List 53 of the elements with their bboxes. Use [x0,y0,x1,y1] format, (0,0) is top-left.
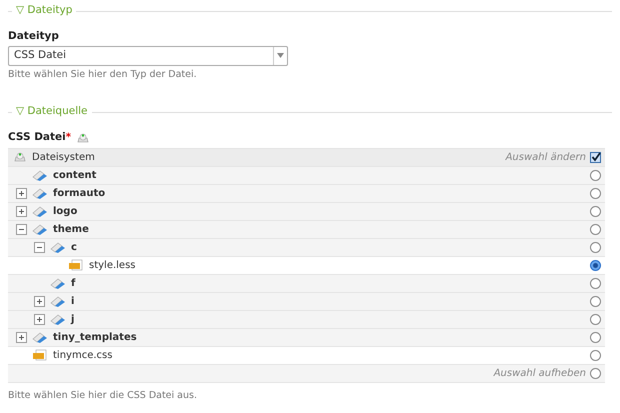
expand-icon[interactable] [34,296,45,307]
radio-button[interactable] [590,278,601,289]
help-text: Bitte wählen Sie hier den Typ der Datei. [8,68,198,82]
folder-icon [50,241,66,254]
expand-icon[interactable] [16,188,27,199]
radio-button[interactable] [590,368,601,379]
folder-icon [32,205,48,218]
radio-button[interactable] [590,170,601,181]
required-mark: * [66,131,71,146]
drive-icon [76,132,89,144]
radio-button[interactable] [590,206,601,217]
css-file-icon [32,349,48,362]
tree-row[interactable]: formauto [8,184,605,203]
radio-button[interactable] [590,296,601,307]
drive-icon [14,151,26,164]
radio-button[interactable] [590,242,601,253]
field-label: CSS Datei [8,130,66,145]
tree-row[interactable]: i [8,292,605,311]
folder-icon [50,295,66,308]
radio-button[interactable] [590,224,601,235]
dropdown-arrow-icon [277,53,284,58]
expand-icon[interactable] [16,332,27,343]
tree-row[interactable]: c [8,238,605,257]
checkmark-icon [590,152,600,162]
collapse-icon[interactable] [34,242,45,253]
folder-icon [32,223,48,236]
expand-icon[interactable] [34,314,45,325]
tree-row[interactable]: content [8,166,605,185]
tree-row[interactable]: j [8,310,605,329]
css-file-icon [68,259,84,272]
checkbox[interactable] [590,152,601,163]
select-field[interactable]: CSS Datei [8,46,288,66]
radio-button[interactable] [590,350,601,361]
folder-icon [50,277,66,290]
radio-button[interactable] [590,260,601,271]
folder-icon [50,313,66,326]
tree-row[interactable]: f [8,274,605,293]
folder-icon [32,331,48,344]
collapse-icon[interactable] [16,224,27,235]
radio-button[interactable] [590,314,601,325]
radio-button[interactable] [590,332,601,343]
field-label: Dateityp [8,29,60,44]
expand-icon[interactable] [16,206,27,217]
folder-icon [32,169,48,182]
tree-row[interactable]: tiny_templates [8,328,605,347]
folder-icon [32,187,48,200]
tree-root-row: Dateisystem Auswahl ändern [8,148,605,167]
tree-row[interactable]: style.less [8,256,605,275]
radio-button[interactable] [590,188,601,199]
tree-row[interactable]: tinymce.css [8,346,605,365]
tree-row[interactable]: logo [8,202,605,221]
tree-row[interactable]: theme [8,220,605,239]
help-text: Bitte wählen Sie hier die CSS Datei aus. [8,388,198,403]
